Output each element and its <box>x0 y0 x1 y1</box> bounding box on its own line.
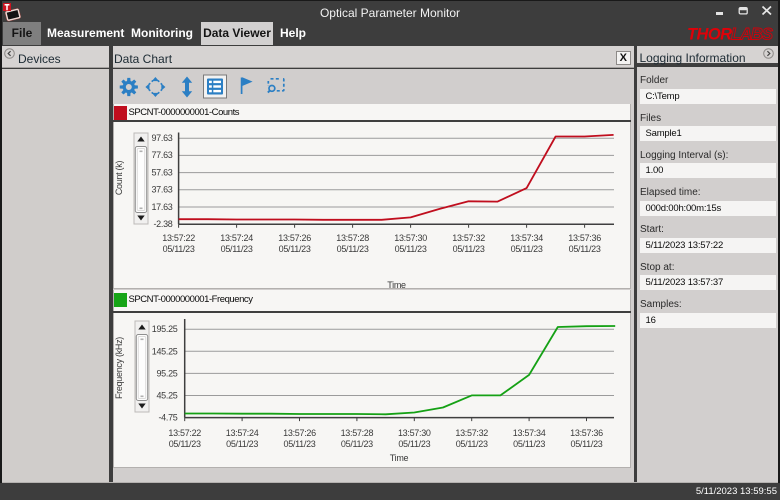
svg-text:05/11/23: 05/11/23 <box>395 244 427 254</box>
svg-text:05/11/23: 05/11/23 <box>163 244 195 254</box>
svg-text:Time: Time <box>390 453 409 463</box>
svg-text:05/11/23: 05/11/23 <box>398 439 430 449</box>
svg-text:13:57:28: 13:57:28 <box>341 428 374 438</box>
svg-text:THOR: THOR <box>687 26 732 42</box>
svg-text:13:57:24: 13:57:24 <box>220 233 253 243</box>
svg-text:05/11/23: 05/11/23 <box>221 244 253 254</box>
svg-text:05/11/23: 05/11/23 <box>341 439 373 449</box>
svg-text:05/11/23: 05/11/23 <box>279 244 311 254</box>
svg-text:13:57:22: 13:57:22 <box>162 233 195 243</box>
svg-text:05/11/23: 05/11/23 <box>284 439 316 449</box>
svg-text:37.63: 37.63 <box>151 185 172 195</box>
svg-text:05/11/23: 05/11/23 <box>169 439 201 449</box>
svg-text:-2.38: -2.38 <box>153 219 172 229</box>
svg-text:05/11/23: 05/11/23 <box>513 439 545 449</box>
svg-text:05/11/23: 05/11/23 <box>511 244 543 254</box>
svg-text:05/11/23: 05/11/23 <box>456 439 488 449</box>
svg-text:13:57:24: 13:57:24 <box>226 428 259 438</box>
svg-text:Time: Time <box>387 280 406 289</box>
svg-text:05/11/23: 05/11/23 <box>569 244 601 254</box>
svg-text:13:57:30: 13:57:30 <box>398 428 431 438</box>
svg-text:13:57:22: 13:57:22 <box>168 428 201 438</box>
svg-text:13:57:34: 13:57:34 <box>513 428 546 438</box>
svg-text:13:57:32: 13:57:32 <box>452 233 485 243</box>
svg-text:13:57:36: 13:57:36 <box>570 428 603 438</box>
svg-text:13:57:26: 13:57:26 <box>278 233 311 243</box>
svg-text:05/11/23: 05/11/23 <box>571 439 603 449</box>
svg-text:-4.75: -4.75 <box>158 413 177 423</box>
svg-text:95.25: 95.25 <box>156 368 177 378</box>
svg-text:13:57:32: 13:57:32 <box>455 428 488 438</box>
svg-text:13:57:36: 13:57:36 <box>568 233 601 243</box>
svg-text:05/11/23: 05/11/23 <box>453 244 485 254</box>
svg-text:145.25: 145.25 <box>152 346 178 356</box>
svg-text:195.25: 195.25 <box>152 324 178 334</box>
svg-text:17.63: 17.63 <box>151 202 172 212</box>
svg-text:05/11/23: 05/11/23 <box>337 244 369 254</box>
svg-text:13:57:30: 13:57:30 <box>394 233 427 243</box>
svg-text:97.63: 97.63 <box>151 133 172 143</box>
svg-text:57.63: 57.63 <box>151 167 172 177</box>
svg-text:77.63: 77.63 <box>151 150 172 160</box>
svg-text:05/11/23: 05/11/23 <box>226 439 258 449</box>
svg-text:13:57:34: 13:57:34 <box>510 233 543 243</box>
svg-text:45.25: 45.25 <box>156 391 177 401</box>
svg-text:13:57:28: 13:57:28 <box>336 233 369 243</box>
svg-text:Count (k): Count (k) <box>114 161 124 196</box>
svg-text:Frequency (kHz): Frequency (kHz) <box>114 337 124 399</box>
svg-text:LABS: LABS <box>731 26 773 42</box>
svg-text:13:57:26: 13:57:26 <box>283 428 316 438</box>
